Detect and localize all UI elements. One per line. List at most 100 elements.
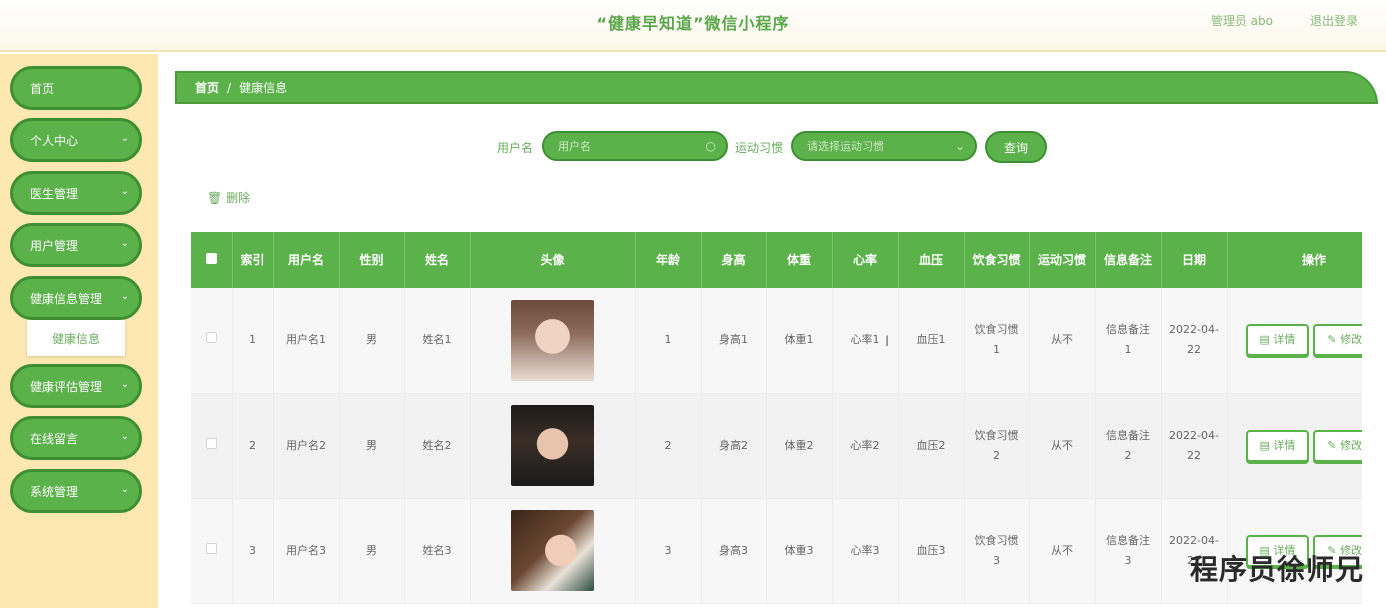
logout-link[interactable]: 退出登录 xyxy=(1310,12,1358,29)
delete-label: 删除 xyxy=(226,191,251,205)
column-header: 操作 xyxy=(1227,232,1362,288)
cell-username: 用户名1 xyxy=(273,288,340,394)
row-checkbox[interactable] xyxy=(205,332,217,344)
cell-diet: 饮食习惯 3 xyxy=(964,498,1030,604)
current-user: 管理员 abo xyxy=(1210,14,1273,28)
select-all-checkbox[interactable] xyxy=(205,252,217,264)
edit-button[interactable]: ✎ 修改 xyxy=(1313,429,1362,462)
sidebar: 首页 个人中心 ⌄ 医生管理 ⌄ 用户管理 ⌄ 健康信息管理 ⌄ 健康信息 健康… xyxy=(0,54,158,608)
table-header-row: 索引 用户名 性别 姓名 头像 年龄 身高 体重 心率 血压 饮食习惯 运动习惯… xyxy=(191,232,1362,288)
detail-button[interactable]: ▤ 详情 xyxy=(1245,429,1310,462)
chevron-down-icon: ⌄ xyxy=(120,186,129,197)
table-row: 2 用户名2 男 姓名2 2 身高2 体重2 心率2 血压2 饮食习惯 2 从不 … xyxy=(191,393,1362,499)
cell-age: 1 xyxy=(635,288,702,394)
document-icon: ▤ xyxy=(1259,333,1270,347)
cell-heart-rate: 心率2 xyxy=(832,393,899,499)
column-header: 姓名 xyxy=(404,232,471,288)
cell-username: 用户名3 xyxy=(273,498,340,604)
pencil-icon: ✎ xyxy=(1327,333,1337,347)
cell-name: 姓名2 xyxy=(404,393,471,499)
row-checkbox[interactable] xyxy=(205,542,217,554)
sidebar-item-label: 医生管理 xyxy=(30,186,79,201)
breadcrumb-current: 健康信息 xyxy=(239,81,288,95)
cell-date: 2022-04- 22 xyxy=(1161,393,1228,499)
search-icon: ○ xyxy=(705,139,716,153)
chevron-down-icon: ⌄ xyxy=(120,133,129,144)
sidebar-item-personal-center[interactable]: 个人中心 ⌄ xyxy=(10,118,142,162)
cell-weight: 体重2 xyxy=(766,393,833,499)
column-header: 血压 xyxy=(898,232,965,288)
cell-gender: 男 xyxy=(339,498,405,604)
delete-button[interactable]: 🗑 删除 xyxy=(207,189,250,206)
sidebar-item-doctor-management[interactable]: 医生管理 ⌄ xyxy=(10,171,142,215)
exercise-select[interactable]: 请选择运动习惯 ⌄ xyxy=(791,131,977,161)
cell-note: 信息备注 2 xyxy=(1095,393,1162,499)
breadcrumb: 首页 / 健康信息 xyxy=(175,71,1378,104)
sidebar-item-home[interactable]: 首页 xyxy=(10,66,142,110)
cell-diet: 饮食习惯 2 xyxy=(964,393,1030,499)
chevron-down-icon: ⌄ xyxy=(120,431,129,442)
sidebar-item-health-assessment[interactable]: 健康评估管理 ⌄ xyxy=(10,364,142,408)
exercise-placeholder: 请选择运动习惯 xyxy=(807,140,884,153)
chevron-down-icon: ⌄ xyxy=(120,484,129,495)
row-checkbox[interactable] xyxy=(205,437,217,449)
column-header: 年龄 xyxy=(635,232,702,288)
chevron-down-icon: ⌄ xyxy=(120,238,129,249)
pencil-icon: ✎ xyxy=(1327,438,1337,452)
avatar xyxy=(511,510,594,591)
detail-button[interactable]: ▤ 详情 xyxy=(1245,324,1310,357)
cell-date: 2022-04- 22 xyxy=(1161,288,1228,394)
username-label: 用户名 xyxy=(497,141,534,155)
sidebar-item-online-message[interactable]: 在线留言 ⌄ xyxy=(10,416,142,460)
column-header: 性别 xyxy=(339,232,405,288)
cell-index: 1 xyxy=(232,288,274,394)
sidebar-item-label: 系统管理 xyxy=(30,484,79,499)
edit-button[interactable]: ✎ 修改 xyxy=(1313,324,1362,357)
cell-age: 3 xyxy=(635,498,702,604)
cell-age: 2 xyxy=(635,393,702,499)
column-header: 索引 xyxy=(232,232,274,288)
username-search-input[interactable]: 用户名 ○ xyxy=(542,131,728,161)
cell-heart-rate: 心率3 xyxy=(832,498,899,604)
cell-note: 信息备注 1 xyxy=(1095,288,1162,394)
cell-name: 姓名1 xyxy=(404,288,471,394)
cell-exercise: 从不 xyxy=(1029,498,1096,604)
avatar xyxy=(511,405,594,486)
cell-blood-pressure: 血压3 xyxy=(898,498,965,604)
watermark: 程序员徐师兄 xyxy=(1189,553,1364,586)
column-header: 日期 xyxy=(1161,232,1228,288)
breadcrumb-separator: / xyxy=(227,80,232,95)
column-header: 心率 xyxy=(832,232,899,288)
sidebar-item-label: 在线留言 xyxy=(30,431,79,446)
sidebar-item-system-management[interactable]: 系统管理 ⌄ xyxy=(10,469,142,513)
column-header: 头像 xyxy=(470,232,636,288)
health-info-table: 索引 用户名 性别 姓名 头像 年龄 身高 体重 心率 血压 饮食习惯 运动习惯… xyxy=(191,232,1362,608)
top-header: “健康早知道”微信小程序 管理员 abo 退出登录 xyxy=(0,0,1386,52)
chevron-down-icon: ⌄ xyxy=(120,379,129,390)
column-header: 体重 xyxy=(766,232,833,288)
cell-note: 信息备注 3 xyxy=(1095,498,1162,604)
cell-height: 身高2 xyxy=(701,393,767,499)
avatar xyxy=(511,299,594,381)
username-placeholder: 用户名 xyxy=(558,140,591,153)
sidebar-subitem-health-info[interactable]: 健康信息 xyxy=(27,320,125,356)
column-header: 身高 xyxy=(701,232,767,288)
sidebar-item-health-info-management[interactable]: 健康信息管理 ⌄ xyxy=(10,276,142,320)
sidebar-item-user-management[interactable]: 用户管理 ⌄ xyxy=(10,223,142,267)
cell-index: 2 xyxy=(232,393,274,499)
column-header: 运动习惯 xyxy=(1029,232,1096,288)
sidebar-item-label: 健康信息管理 xyxy=(30,291,103,306)
column-header: 饮食习惯 xyxy=(964,232,1030,288)
cell-blood-pressure: 血压2 xyxy=(898,393,965,499)
column-header: 用户名 xyxy=(273,232,340,288)
query-button[interactable]: 查询 xyxy=(985,131,1047,163)
cell-exercise: 从不 xyxy=(1029,393,1096,499)
cell-index: 3 xyxy=(232,498,274,604)
breadcrumb-home[interactable]: 首页 xyxy=(195,79,219,96)
sidebar-item-label: 用户管理 xyxy=(30,238,79,253)
cell-name: 姓名3 xyxy=(404,498,471,604)
sidebar-item-label: 健康评估管理 xyxy=(30,379,103,394)
chevron-down-icon: ⌄ xyxy=(954,139,965,153)
column-header: 信息备注 xyxy=(1095,232,1162,288)
cell-diet: 饮食习惯 1 xyxy=(964,288,1030,394)
